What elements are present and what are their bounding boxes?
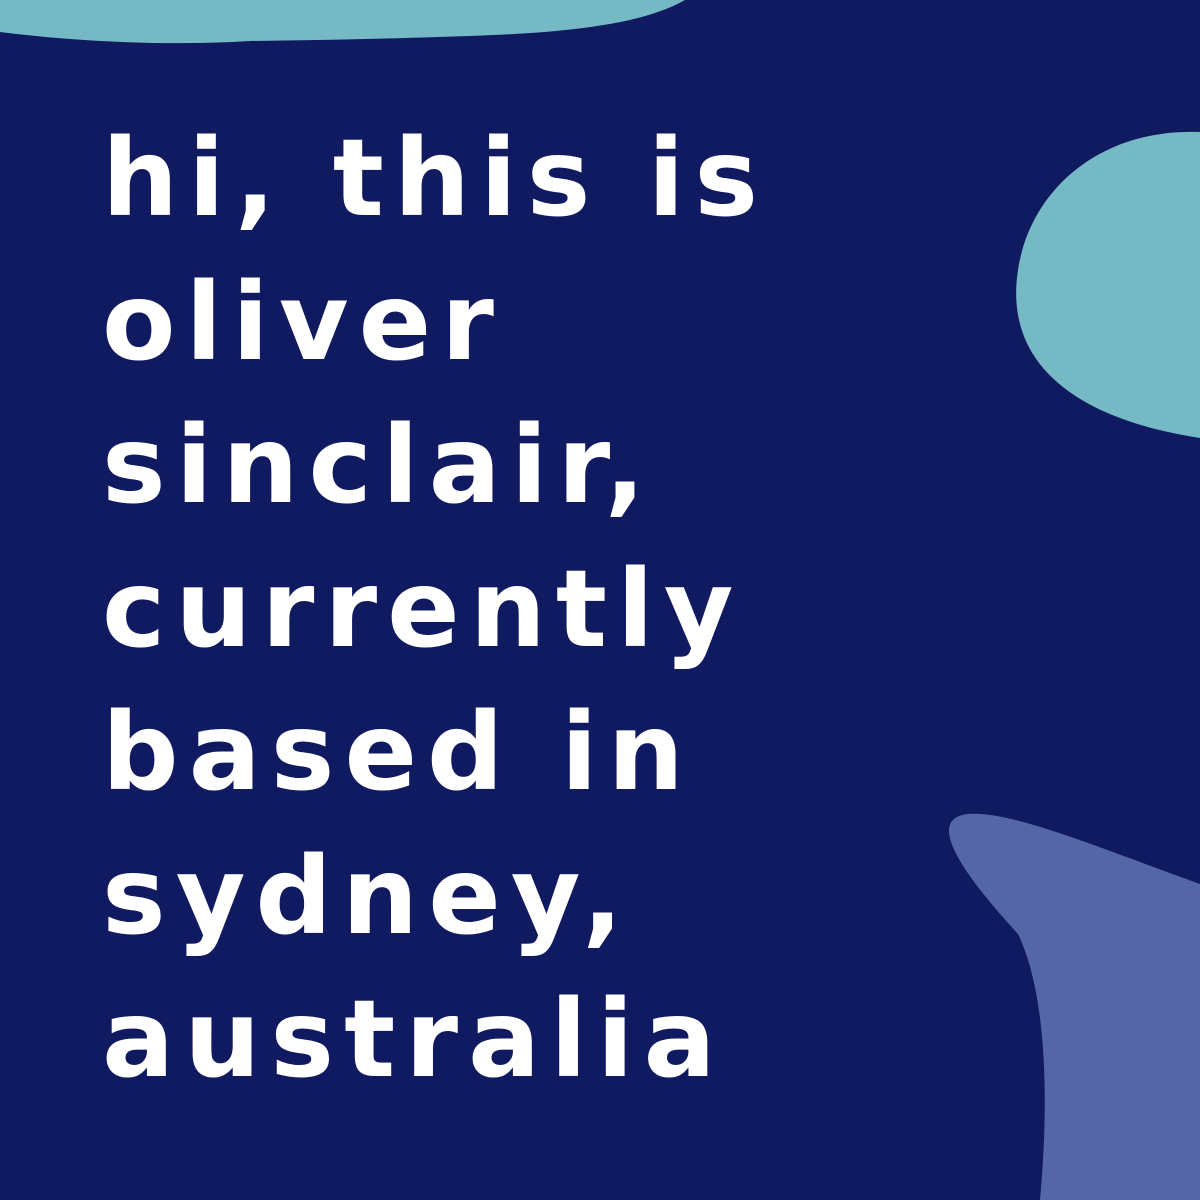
message-line: currently bbox=[102, 547, 744, 672]
message-line: hi, this is bbox=[102, 117, 769, 241]
message-line: oliver bbox=[102, 260, 504, 385]
message-line: sinclair, bbox=[102, 404, 656, 528]
message-line: based in bbox=[102, 691, 694, 815]
message-line: australia bbox=[102, 978, 726, 1102]
message-line: sydney, bbox=[102, 834, 633, 959]
intro-message: hi, this is oliver sinclair, currently b… bbox=[102, 108, 1002, 1113]
intro-card: hi, this is oliver sinclair, currently b… bbox=[0, 0, 1200, 1200]
